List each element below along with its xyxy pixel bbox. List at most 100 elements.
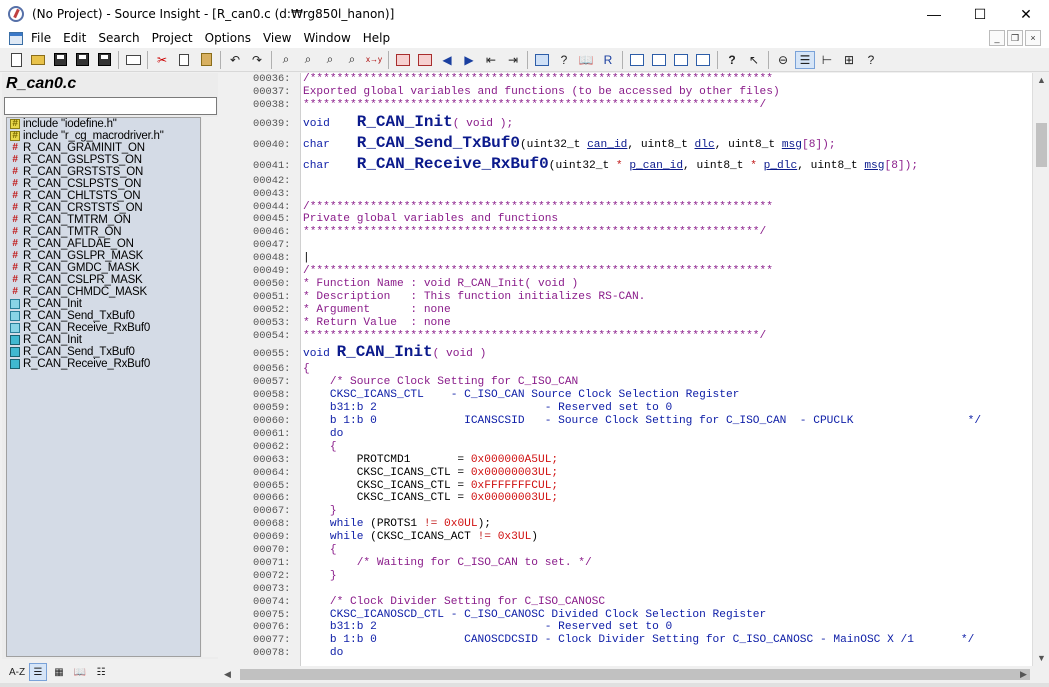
code-line[interactable]: * Description : This function initialize… (303, 291, 645, 303)
code-line[interactable]: CKSC_ICANS_CTL = 0xFFFFFFFCUL; (303, 480, 558, 492)
save-as-icon[interactable] (94, 51, 114, 69)
undo-icon[interactable]: ↶ (225, 51, 245, 69)
find-prev-icon[interactable]: ⌕ (320, 51, 340, 69)
code-line[interactable]: b 1:b 0 CANOSCDCSID - Clock Divider Sett… (303, 634, 975, 646)
pointer-help-icon[interactable]: ↖ (744, 51, 764, 69)
code-line[interactable]: char R_CAN_Send_TxBuf0(uint32_t can_id, … (303, 134, 836, 152)
new-file-icon[interactable] (6, 51, 26, 69)
sync-icon[interactable]: ⊖ (773, 51, 793, 69)
list-view-button[interactable]: ☰ (29, 663, 47, 681)
find-in-files-icon[interactable]: ⌕ (342, 51, 362, 69)
code-line[interactable]: * Argument : none (303, 304, 451, 316)
menu-edit[interactable]: Edit (57, 28, 92, 48)
symbol-item[interactable]: R_CAN_Receive_RxBuf0 (7, 358, 200, 370)
menu-view[interactable]: View (257, 28, 297, 48)
layout-toggle-icon[interactable]: ⊞ (839, 51, 859, 69)
symbol-item[interactable]: # include "iodefine.h" (7, 118, 200, 130)
symbol-list-scrollbar[interactable] (202, 117, 218, 657)
code-line[interactable]: /***************************************… (303, 73, 773, 85)
mdi-minimize-button[interactable]: _ (989, 30, 1005, 46)
symbol-item[interactable]: R_CAN_Send_TxBuf0 (7, 310, 200, 322)
code-line[interactable]: while (PROTS1 != 0x0UL); (303, 518, 491, 530)
save-icon[interactable] (50, 51, 70, 69)
scroll-up-arrow-icon[interactable]: ▲ (1037, 75, 1046, 85)
bookmark-prev-icon[interactable] (393, 51, 413, 69)
context-window-icon[interactable] (649, 51, 669, 69)
symbol-item[interactable]: # R_CAN_CRSTSTS_ON (7, 202, 200, 214)
find-next-icon[interactable]: ⌕ (298, 51, 318, 69)
code-line[interactable]: PROTCMD1 = 0x000000A5UL; (303, 454, 558, 466)
symbol-item[interactable]: # include "r_cg_macrodriver.h" (7, 130, 200, 142)
code-line[interactable]: } (303, 505, 337, 517)
code-line[interactable]: /* Clock Divider Setting for C_ISO_CANOS… (303, 596, 605, 608)
editor-horizontal-scrollbar[interactable]: ◀ ▶ (220, 666, 1032, 683)
layout-icon[interactable]: ☰ (795, 50, 815, 69)
code-line[interactable]: do (303, 647, 343, 659)
editor-vertical-scroll-thumb[interactable] (1036, 123, 1047, 167)
sort-az-button[interactable]: A-Z (8, 663, 26, 681)
references-icon[interactable]: ? (554, 51, 574, 69)
symbol-item[interactable]: R_CAN_Receive_RxBuf0 (7, 322, 200, 334)
symbol-item[interactable]: R_CAN_Init (7, 334, 200, 346)
code-line[interactable]: ****************************************… (303, 330, 766, 342)
code-line[interactable]: ****************************************… (303, 99, 766, 111)
code-line[interactable]: CKSC_ICANS_CTL = 0x00000003UL; (303, 467, 558, 479)
code-line[interactable]: { (303, 544, 337, 556)
menu-help[interactable]: Help (357, 28, 396, 48)
help-icon[interactable]: ? (722, 51, 742, 69)
code-line[interactable]: * Return Value : none (303, 317, 451, 329)
menu-window[interactable]: Window (297, 28, 356, 48)
find-icon[interactable]: ⌕ (276, 51, 296, 69)
symbol-item[interactable]: # R_CAN_CSLPSTS_ON (7, 178, 200, 190)
scroll-down-arrow-icon[interactable]: ▼ (1037, 653, 1046, 663)
code-line[interactable]: b31:b 2 - Reserved set to 0 (303, 402, 672, 414)
back-icon[interactable]: ◀ (437, 51, 457, 69)
symbol-item[interactable]: # R_CAN_AFLDAE_ON (7, 238, 200, 250)
code-line[interactable]: /***************************************… (303, 201, 773, 213)
minimize-button[interactable]: — (911, 0, 957, 28)
tree-icon[interactable]: ⊢ (817, 51, 837, 69)
code-line[interactable]: b31:b 2 - Reserved set to 0 (303, 621, 672, 633)
code-line[interactable]: { (303, 363, 310, 375)
code-line[interactable]: /* Waiting for C_ISO_CAN to set. */ (303, 557, 592, 569)
indent-left-icon[interactable]: ⇤ (481, 51, 501, 69)
project-window-icon[interactable] (693, 51, 713, 69)
menu-file[interactable]: File (25, 28, 57, 48)
menu-search[interactable]: Search (92, 28, 145, 48)
book-button[interactable]: 📖 (71, 663, 89, 681)
source-insight-app-icon[interactable] (8, 6, 24, 22)
category-button[interactable]: ▦ (50, 663, 68, 681)
symbol-item[interactable]: R_CAN_Send_TxBuf0 (7, 346, 200, 358)
replace-icon[interactable]: x→y (364, 51, 384, 69)
symbol-item[interactable]: # R_CAN_GSLPSTS_ON (7, 154, 200, 166)
redo-icon[interactable]: ↷ (247, 51, 267, 69)
menu-project[interactable]: Project (146, 28, 199, 48)
code-line[interactable]: void R_CAN_Init( void ); (303, 113, 513, 131)
mdi-close-button[interactable]: × (1025, 30, 1041, 46)
symbol-item[interactable]: # R_CAN_TMTRM_ON (7, 214, 200, 226)
browse-icon[interactable]: 📖 (576, 51, 596, 69)
code-area[interactable]: 00036: /*********************************… (220, 73, 1032, 666)
save-all-icon[interactable] (72, 51, 92, 69)
document-menu-icon[interactable] (9, 31, 23, 45)
title-bar[interactable]: (No Project) - Source Insight - [R_can0.… (0, 0, 1049, 28)
code-line[interactable]: char R_CAN_Receive_RxBuf0(uint32_t * p_c… (303, 155, 918, 173)
code-line[interactable]: /***************************************… (303, 265, 773, 277)
code-line[interactable]: CKSC_ICANS_CTL = 0x00000003UL; (303, 492, 558, 504)
maximize-button[interactable]: ☐ (957, 0, 1003, 28)
scroll-left-arrow-icon[interactable]: ◀ (224, 669, 231, 680)
copy-icon[interactable] (174, 51, 194, 69)
code-line[interactable]: } (303, 570, 337, 582)
print-icon[interactable] (123, 51, 143, 69)
mdi-restore-button[interactable]: ❒ (1007, 30, 1023, 46)
code-line[interactable]: /* Source Clock Setting for C_ISO_CAN (303, 376, 578, 388)
symbol-item[interactable]: # R_CAN_GRSTSTS_ON (7, 166, 200, 178)
window-help-icon[interactable]: ? (861, 51, 881, 69)
relation-window-icon[interactable] (671, 51, 691, 69)
paste-icon[interactable] (196, 51, 216, 69)
code-line[interactable]: Private global variables and functions (303, 213, 558, 225)
lookup-icon[interactable] (532, 51, 552, 69)
editor-vertical-scrollbar[interactable]: ▲ ▼ (1032, 73, 1049, 666)
symbol-list[interactable]: # include "iodefine.h" # include "r_cg_macr… (6, 117, 201, 657)
symbol-search-input[interactable] (4, 97, 217, 115)
